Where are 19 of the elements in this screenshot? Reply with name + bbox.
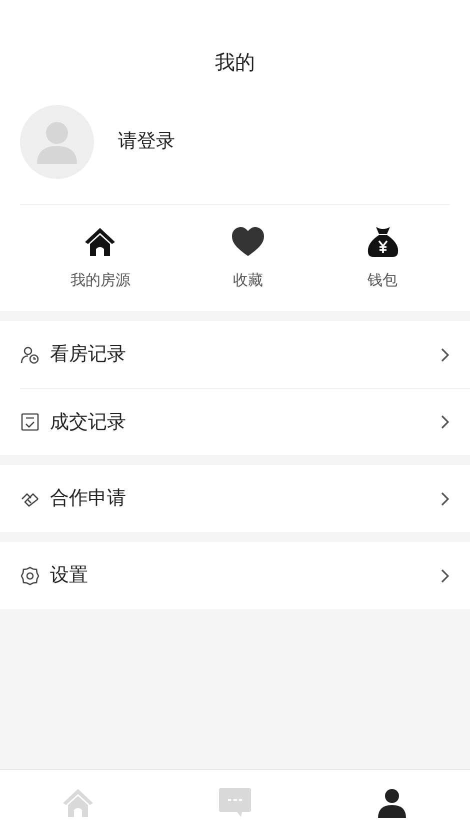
- page-title: 我的: [214, 49, 256, 76]
- shortcut-label[interactable]: 我的房源: [70, 268, 130, 292]
- message-icon: [218, 786, 252, 820]
- menu-item[interactable]: 设置: [50, 561, 88, 590]
- menu-item[interactable]: 成交记录: [50, 408, 126, 436]
- menu-item[interactable]: 看房记录: [50, 340, 126, 369]
- gear-icon: [20, 566, 40, 586]
- chevron-right-icon: [440, 568, 450, 584]
- money-bag-icon[interactable]: [366, 224, 400, 259]
- checklist-icon: [20, 412, 40, 432]
- shortcut-label[interactable]: 钱包: [368, 268, 398, 292]
- heart-icon[interactable]: [231, 224, 265, 259]
- chevron-right-icon: [440, 490, 450, 506]
- login-link[interactable]: 请登录: [118, 127, 175, 156]
- chevron-right-icon: [440, 414, 450, 430]
- shortcut-label[interactable]: 收藏: [233, 268, 263, 292]
- chevron-right-icon: [440, 346, 450, 362]
- person-clock-icon: [20, 344, 40, 364]
- menu-item[interactable]: 合作申请: [50, 484, 126, 513]
